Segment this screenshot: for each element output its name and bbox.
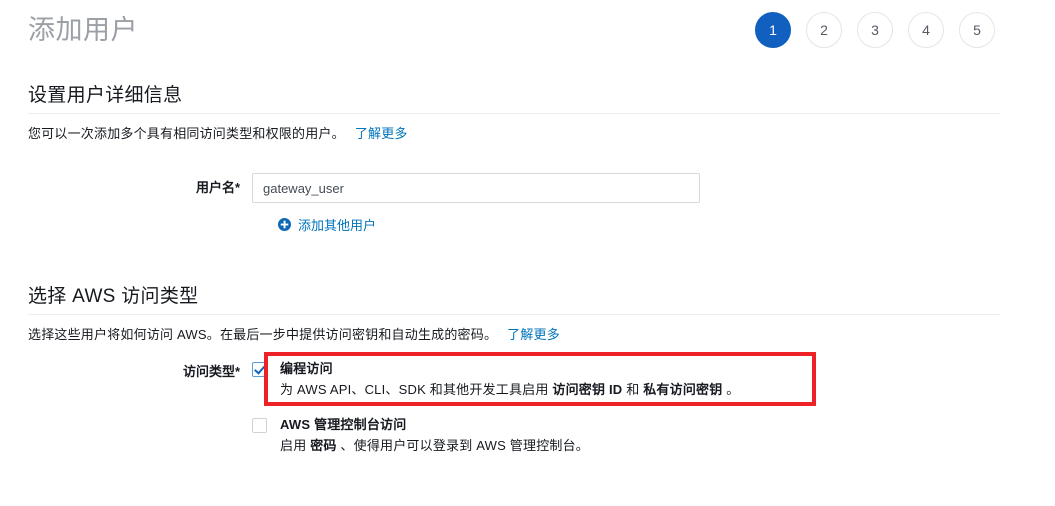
wizard-step-3[interactable]: 3 (857, 12, 893, 48)
console-access-checkbox[interactable] (252, 418, 267, 433)
programmatic-desc-suffix: 。 (722, 382, 740, 397)
username-label: 用户名* (195, 180, 240, 195)
programmatic-desc-middle: 和 (622, 382, 644, 397)
access-type-learn-more-link[interactable]: 了解更多 (507, 327, 560, 342)
programmatic-desc-prefix: 为 AWS API、CLI、SDK 和其他开发工具启用 (280, 382, 553, 397)
wizard-step-5[interactable]: 5 (959, 12, 995, 48)
programmatic-access-description: 为 AWS API、CLI、SDK 和其他开发工具启用 访问密钥 ID 和 私有… (280, 380, 739, 400)
user-details-section: 设置用户详细信息 您可以一次添加多个具有相同访问类型和权限的用户。 了解更多 (28, 80, 1000, 142)
add-another-user-label: 添加其他用户 (298, 218, 377, 233)
console-access-texts: AWS 管理控制台访问 启用 密码 、使得用户可以登录到 AWS 管理控制台。 (280, 416, 589, 456)
wizard-step-4[interactable]: 4 (908, 12, 944, 48)
add-user-wizard-page: 添加用户 1 2 3 4 5 设置用户详细信息 您可以一次添加多个具有相同访问类… (0, 0, 1055, 506)
console-desc-bold-1: 密码 (310, 438, 337, 453)
console-desc-middle: 、使得用户可以登录到 AWS 管理控制台。 (336, 438, 589, 453)
username-form-row: 用户名* (0, 173, 700, 203)
access-type-label: 访问类型* (182, 364, 240, 379)
access-type-description: 选择这些用户将如何访问 AWS。在最后一步中提供访问密钥和自动生成的密码。 了解更… (28, 324, 1000, 343)
user-details-title: 设置用户详细信息 (28, 85, 183, 106)
programmatic-desc-bold-2: 私有访问密钥 (643, 382, 723, 397)
access-type-title: 选择 AWS 访问类型 (28, 286, 199, 307)
programmatic-access-texts: 编程访问 为 AWS API、CLI、SDK 和其他开发工具启用 访问密钥 ID… (280, 360, 739, 400)
access-type-options: 编程访问 为 AWS API、CLI、SDK 和其他开发工具启用 访问密钥 ID… (252, 360, 739, 456)
wizard-step-indicator: 1 2 3 4 5 (755, 12, 995, 48)
console-access-title: AWS 管理控制台访问 (280, 417, 407, 432)
console-access-description: 启用 密码 、使得用户可以登录到 AWS 管理控制台。 (280, 436, 589, 456)
plus-circle-icon (278, 218, 291, 231)
programmatic-access-title: 编程访问 (280, 361, 333, 376)
wizard-step-1[interactable]: 1 (755, 12, 791, 48)
user-details-divider (28, 113, 1000, 114)
user-details-description-text: 您可以一次添加多个具有相同访问类型和权限的用户。 (28, 126, 345, 141)
access-type-section: 选择 AWS 访问类型 选择这些用户将如何访问 AWS。在最后一步中提供访问密钥… (28, 281, 1000, 343)
access-type-description-text: 选择这些用户将如何访问 AWS。在最后一步中提供访问密钥和自动生成的密码。 (28, 327, 498, 342)
access-type-divider (28, 314, 1000, 315)
wizard-step-2[interactable]: 2 (806, 12, 842, 48)
username-input[interactable] (252, 173, 700, 203)
programmatic-access-checkbox[interactable] (252, 362, 267, 377)
option-console-access[interactable]: AWS 管理控制台访问 启用 密码 、使得用户可以登录到 AWS 管理控制台。 (252, 416, 739, 456)
add-another-user-button[interactable]: 添加其他用户 (278, 215, 376, 234)
user-details-description: 您可以一次添加多个具有相同访问类型和权限的用户。 了解更多 (28, 123, 1000, 142)
access-type-form-row: 访问类型* 编程访问 为 AWS API、CLI、SDK 和其他开发工具启用 访… (0, 360, 739, 456)
programmatic-desc-bold-1: 访问密钥 ID (552, 382, 623, 397)
user-details-learn-more-link[interactable]: 了解更多 (355, 126, 408, 141)
console-desc-prefix: 启用 (280, 438, 311, 453)
option-programmatic-access[interactable]: 编程访问 为 AWS API、CLI、SDK 和其他开发工具启用 访问密钥 ID… (252, 360, 739, 400)
